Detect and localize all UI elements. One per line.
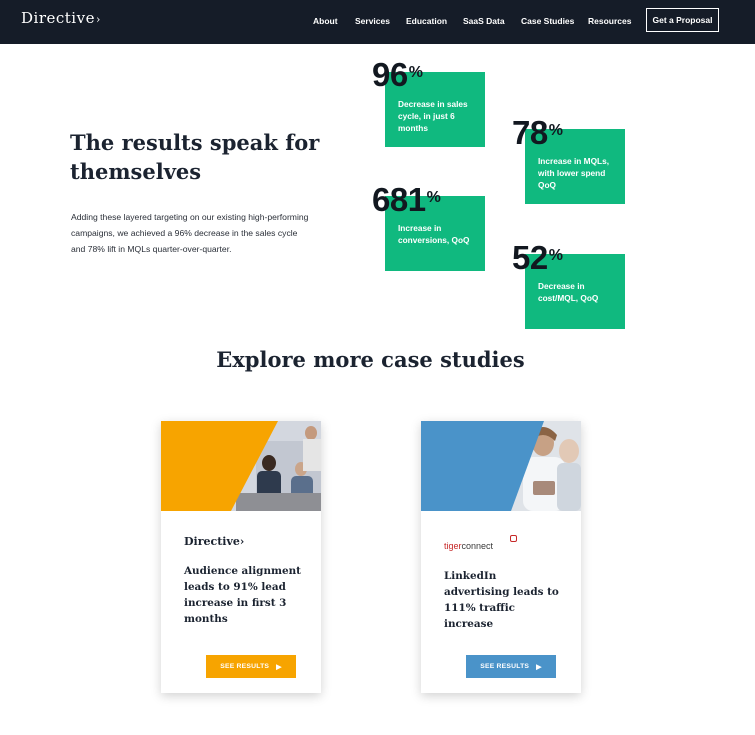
case-study-card-directive[interactable]: Directive› Audience alignment leads to 9…	[161, 421, 321, 693]
site-logo[interactable]: Directive›	[21, 9, 101, 27]
nav-link-case-studies[interactable]: Case Studies	[521, 16, 574, 26]
case-study-image	[421, 421, 581, 511]
stat-label: Increase in MQLs, with lower spend QoQ	[538, 156, 610, 190]
see-results-button[interactable]: SEE RESULTS ▶	[466, 655, 556, 678]
results-intro: Adding these layered targeting on our ex…	[71, 212, 309, 254]
top-nav: Directive› About Services Education SaaS…	[0, 0, 755, 44]
arrow-right-icon: ▶	[536, 663, 542, 671]
stat-number: 681%	[372, 181, 441, 218]
nav-link-resources[interactable]: Resources	[588, 16, 631, 26]
stat-number: 78%	[512, 114, 563, 151]
client-logo-tigerconnect: tigerconnect	[444, 535, 517, 551]
tigerconnect-mark-icon	[510, 535, 517, 542]
case-study-image-doctor	[421, 421, 581, 511]
nav-link-about[interactable]: About	[313, 16, 338, 26]
stat-number: 96%	[372, 56, 423, 93]
case-study-title: Audience alignment leads to 91% lead inc…	[184, 565, 301, 625]
see-results-button[interactable]: SEE RESULTS ▶	[206, 655, 296, 678]
case-study-card-tigerconnect[interactable]: tigerconnect LinkedIn advertising leads …	[421, 421, 581, 693]
case-study-image	[161, 421, 321, 511]
client-logo-directive: Directive›	[184, 535, 245, 548]
stat-label: Decrease in sales cycle, in just 6 month…	[398, 99, 468, 133]
case-study-title: LinkedIn advertising leads to 111% traff…	[444, 570, 559, 630]
arrow-right-icon: ▶	[276, 663, 282, 671]
nav-link-saas-data[interactable]: SaaS Data	[463, 16, 505, 26]
stat-label: Decrease in cost/MQL, QoQ	[538, 281, 599, 303]
nav-link-services[interactable]: Services	[355, 16, 390, 26]
nav-link-education[interactable]: Education	[406, 16, 447, 26]
get-proposal-button[interactable]: Get a Proposal	[646, 8, 719, 32]
stat-number: 52%	[512, 239, 563, 276]
stat-label: Increase in conversions, QoQ	[398, 223, 470, 245]
results-headline: The results speak for themselves	[70, 130, 320, 184]
case-study-image-people	[161, 421, 321, 511]
explore-heading: Explore more case studies	[216, 347, 525, 372]
